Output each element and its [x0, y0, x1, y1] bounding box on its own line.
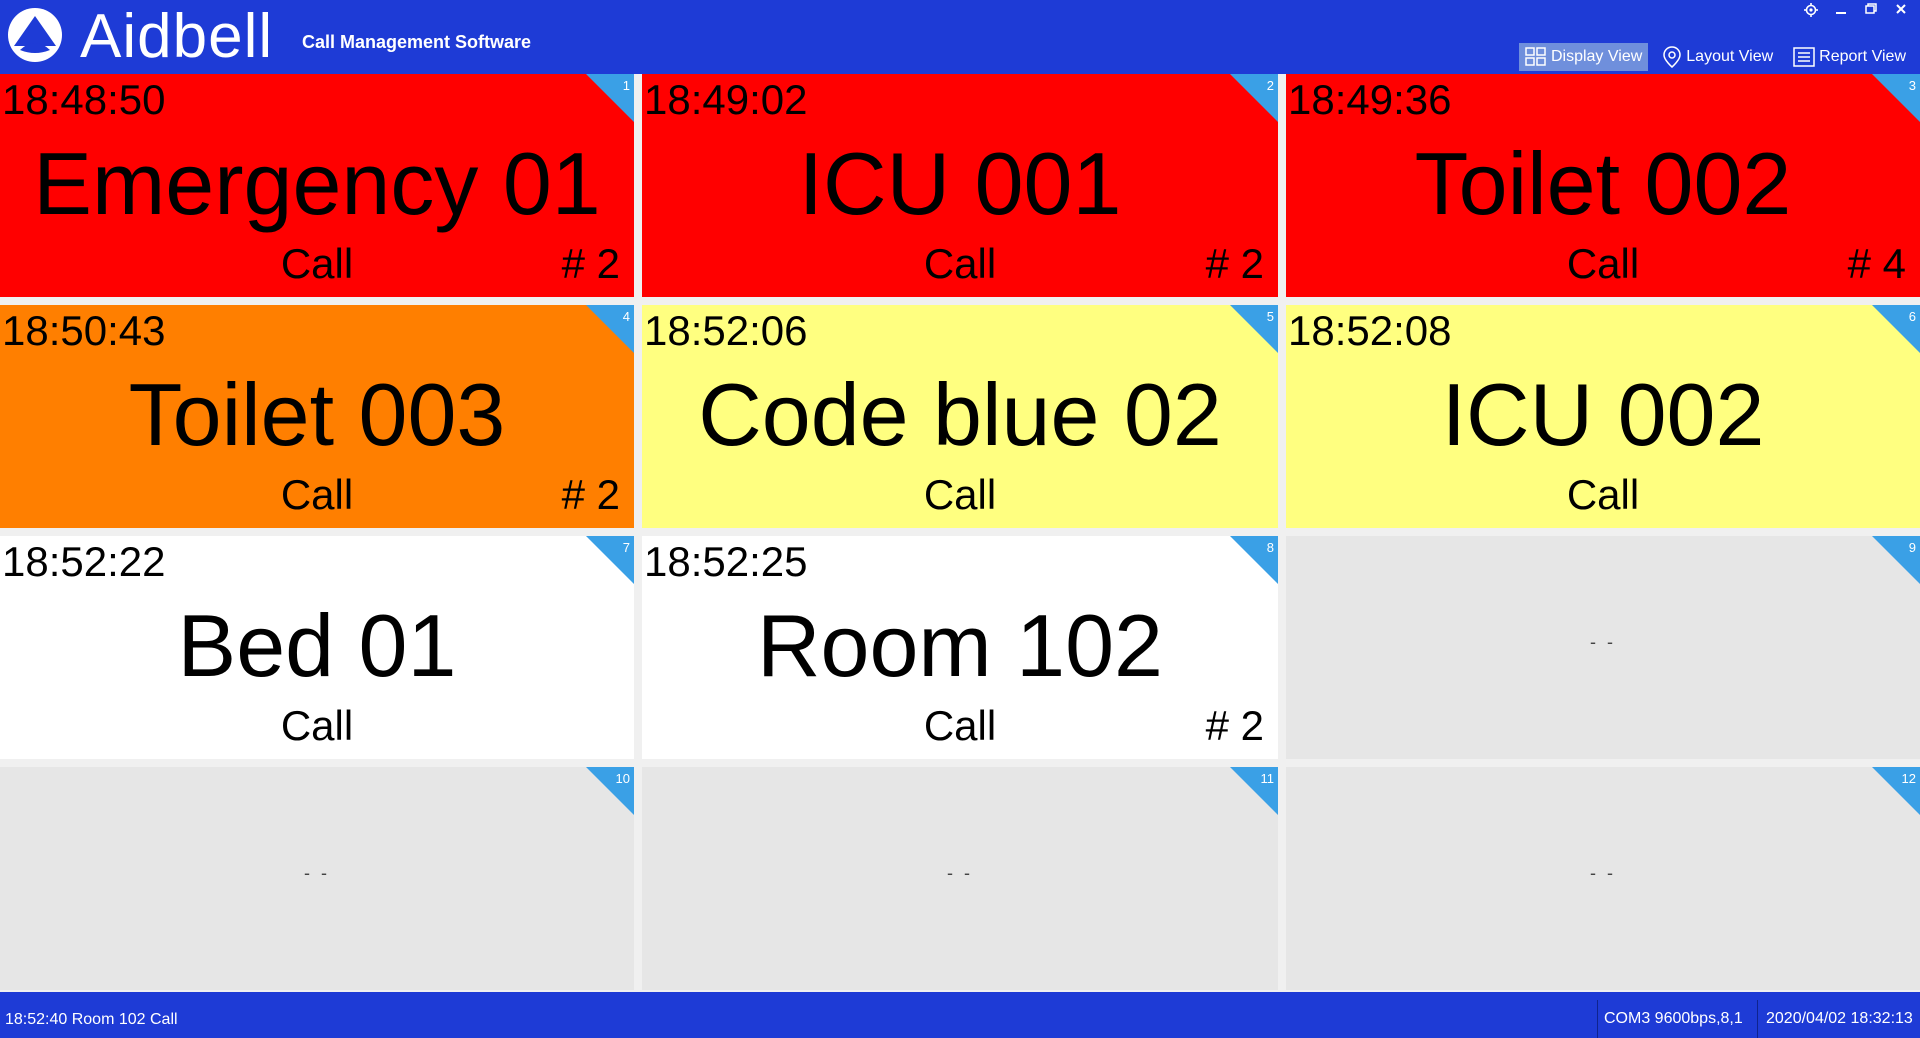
status-bar: 18:52:40 Room 102 Call COM3 9600bps,8,1 …: [0, 1000, 1920, 1038]
call-tile[interactable]: 9 - -: [1286, 536, 1920, 759]
tile-time: 18:50:43: [2, 307, 166, 354]
tile-call-count: # 2: [1205, 702, 1264, 749]
tile-number: 5: [1266, 309, 1274, 324]
tile-number: 12: [1901, 771, 1916, 786]
call-tile[interactable]: 12 - -: [1286, 767, 1920, 990]
tile-location-name: Code blue 02: [698, 365, 1222, 464]
tile-number: 3: [1908, 78, 1916, 93]
tile-call-status: Call: [923, 702, 997, 749]
tile-time: 18:52:25: [644, 538, 808, 585]
aidbell-logo-icon: [8, 8, 62, 62]
tile-call-count: # 2: [561, 471, 620, 518]
tile-number: 6: [1908, 309, 1916, 324]
tile-call-status: Call: [923, 240, 997, 287]
header: Aidbell Call Management Software Display…: [0, 0, 1920, 74]
call-tile[interactable]: 4 18:50:43 Toilet 003 Call # 2: [0, 305, 634, 528]
nav-label: Display View: [1550, 48, 1643, 65]
call-tile[interactable]: 7 18:52:22 Bed 01 Call: [0, 536, 634, 759]
tile-empty-placeholder: - -: [1590, 632, 1616, 652]
tile-call-status: Call: [923, 471, 997, 518]
tile-number: 8: [1266, 540, 1274, 555]
nav-label: Report View: [1819, 48, 1906, 65]
datetime-display: 2020/04/02 18:32:13: [1757, 1000, 1920, 1038]
nav-layout-view[interactable]: Layout View: [1656, 43, 1779, 71]
list-icon: [1793, 47, 1815, 67]
app-window: Aidbell Call Management Software Display…: [0, 0, 1920, 1038]
tile-empty-placeholder: - -: [304, 863, 330, 883]
nav-report-view[interactable]: Report View: [1787, 43, 1912, 71]
tile-call-status: Call: [280, 240, 354, 287]
tile-time: 18:49:02: [644, 76, 808, 123]
tile-time: 18:52:08: [1288, 307, 1452, 354]
window-controls: [1800, 0, 1912, 18]
tile-call-count: # 2: [1205, 240, 1264, 287]
tile-location-name: Toilet 003: [128, 365, 506, 464]
tile-time: 18:52:22: [2, 538, 166, 585]
minimize-icon[interactable]: [1830, 1, 1852, 17]
nav-display-view[interactable]: Display View: [1518, 43, 1649, 71]
settings-gear-icon[interactable]: [1800, 1, 1822, 17]
tile-call-status: Call: [280, 702, 354, 749]
call-tiles-grid: 1 18:48:50 Emergency 01 Call # 2 2 18:49:02 ICU…: [0, 74, 1920, 992]
call-tile[interactable]: 2 18:49:02 ICU 001 Call # 2: [642, 74, 1278, 297]
tile-number: 1: [622, 78, 630, 93]
call-tile[interactable]: 1 18:48:50 Emergency 01 Call # 2: [0, 74, 634, 297]
port-status: COM3 9600bps,8,1: [1597, 1000, 1747, 1038]
call-tile[interactable]: 8 18:52:25 Room 102 Call # 2: [642, 536, 1278, 759]
tile-call-count: # 4: [1847, 240, 1906, 287]
tile-call-count: # 2: [561, 240, 620, 287]
tile-number: 4: [622, 309, 630, 324]
tile-time: 18:49:36: [1288, 76, 1452, 123]
view-nav: Display View Layout View Report View: [1518, 43, 1912, 71]
tile-location-name: Toilet 002: [1414, 134, 1792, 233]
app-subtitle: Call Management Software: [302, 32, 532, 52]
tile-location-name: ICU 001: [798, 134, 1122, 233]
nav-label: Layout View: [1686, 48, 1774, 65]
tile-location-name: ICU 002: [1441, 365, 1765, 464]
grid-icon: [1525, 47, 1546, 66]
call-tile[interactable]: 3 18:49:36 Toilet 002 Call # 4: [1286, 74, 1920, 297]
brand-title: Aidbell: [80, 2, 274, 71]
call-tile[interactable]: 6 18:52:08 ICU 002 Call: [1286, 305, 1920, 528]
tile-location-name: Bed 01: [177, 596, 457, 695]
tile-number: 9: [1908, 540, 1916, 555]
tile-call-status: Call: [1566, 471, 1640, 518]
tile-call-status: Call: [280, 471, 354, 518]
tile-time: 18:48:50: [2, 76, 166, 123]
tile-number: 10: [615, 771, 630, 786]
tile-empty-placeholder: - -: [1590, 863, 1616, 883]
call-tile[interactable]: 10 - -: [0, 767, 634, 990]
tile-location-name: Emergency 01: [33, 134, 601, 233]
restore-icon[interactable]: [1860, 1, 1882, 17]
tile-number: 2: [1266, 78, 1274, 93]
tile-number: 11: [1260, 771, 1275, 786]
close-icon[interactable]: [1890, 1, 1912, 17]
call-tile[interactable]: 5 18:52:06 Code blue 02 Call: [642, 305, 1278, 528]
tile-number: 7: [622, 540, 630, 555]
location-pin-icon: [1663, 46, 1682, 68]
tile-call-status: Call: [1566, 240, 1640, 287]
tile-empty-placeholder: - -: [947, 863, 973, 883]
last-event-text: 18:52:40 Room 102 Call: [5, 1011, 178, 1028]
tile-location-name: Room 102: [756, 596, 1163, 695]
call-tile[interactable]: 11 - -: [642, 767, 1278, 990]
tile-time: 18:52:06: [644, 307, 808, 354]
